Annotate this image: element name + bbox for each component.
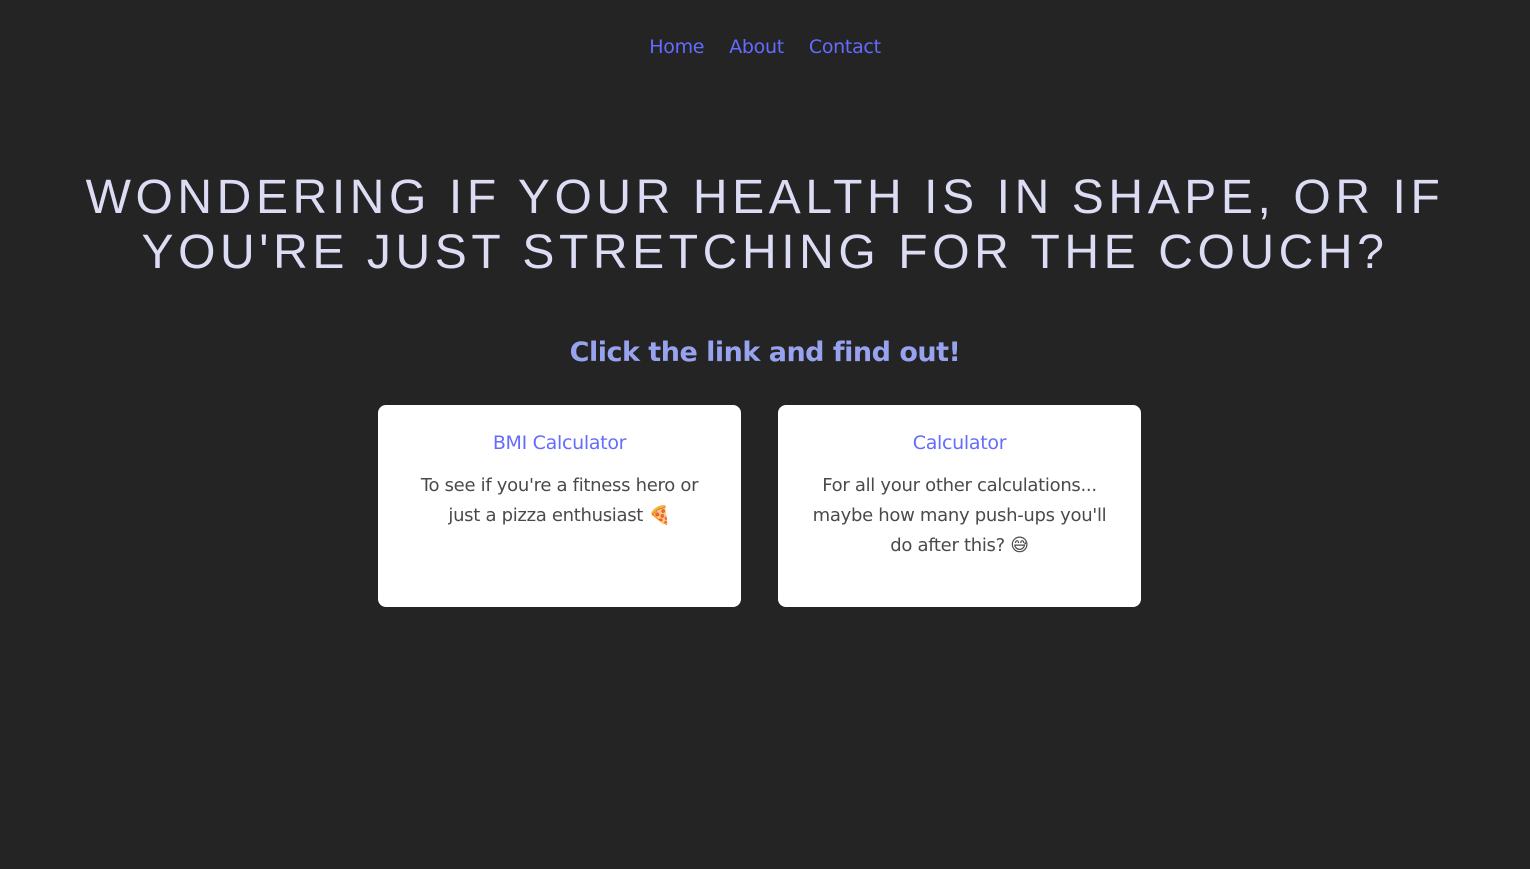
bmi-calculator-card[interactable]: BMI Calculator To see if you're a fitnes…	[378, 405, 741, 607]
nav-link-about[interactable]: About	[729, 36, 784, 58]
subtitle: Click the link and find out!	[569, 337, 961, 368]
card-title-calculator[interactable]: Calculator	[804, 432, 1115, 454]
card-title-bmi-calculator[interactable]: BMI Calculator	[404, 432, 715, 454]
nav-link-contact[interactable]: Contact	[809, 36, 881, 58]
card-description-bmi-calculator: To see if you're a fitness hero or just …	[420, 475, 699, 526]
nav-link-home[interactable]: Home	[649, 36, 704, 58]
calculator-card[interactable]: Calculator For all your other calculatio…	[778, 405, 1141, 607]
hero-heading: WONDERING IF YOUR HEALTH IS IN SHAPE, OR…	[85, 171, 1445, 279]
top-nav: Home About Contact	[0, 36, 1530, 58]
card-description-calculator: For all your other calculations... maybe…	[812, 475, 1107, 556]
